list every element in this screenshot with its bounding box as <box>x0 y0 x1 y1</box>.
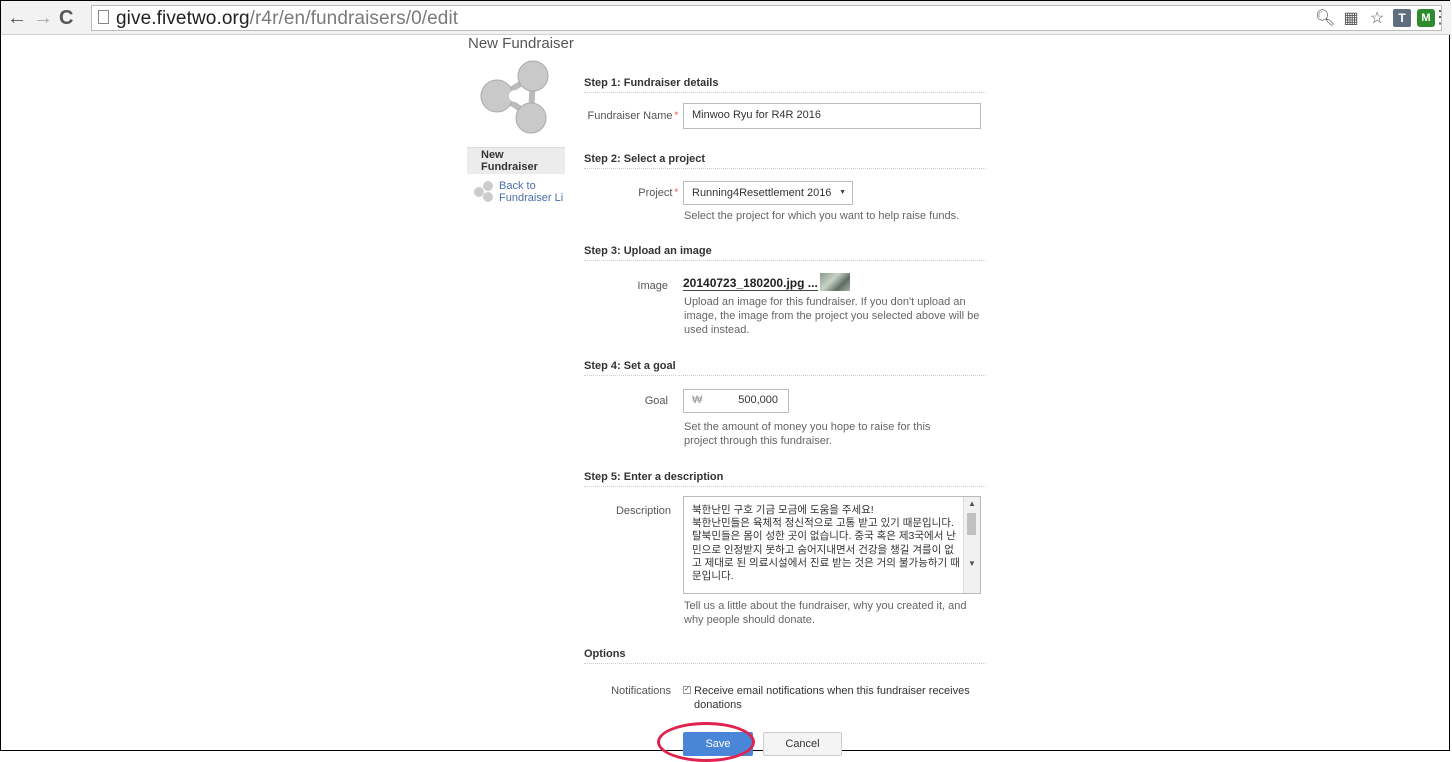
fundraiser-name-label-text: Fundraiser Name <box>587 110 673 122</box>
cancel-button[interactable]: Cancel <box>763 732 842 756</box>
required-marker: * <box>674 110 678 120</box>
sidebar-item-back[interactable]: Back to Fundraiser Li <box>473 180 565 204</box>
address-bar[interactable]: give.fivetwo.org/r4r/en/fundraisers/0/ed… <box>91 5 1442 31</box>
description-textarea[interactable]: 북한난민 구호 기금 모금에 도움을 주세요! 북한난민들은 육체적 정신적으로… <box>683 496 981 594</box>
project-label-text: Project <box>638 187 673 199</box>
goal-input[interactable]: ₩ 500,000 <box>683 389 789 413</box>
image-hint: Upload an image for this fundraiser. If … <box>684 296 980 336</box>
options-heading: Options <box>584 648 986 664</box>
required-marker: * <box>674 187 678 197</box>
scrollbar-thumb[interactable] <box>967 513 976 535</box>
scroll-down-icon[interactable]: ▼ <box>968 559 976 568</box>
step1-heading: Step 1: Fundraiser details <box>584 77 986 93</box>
image-file-link[interactable]: 20140723_180200.jpg ... <box>683 276 818 291</box>
step2-heading: Step 2: Select a project <box>584 153 986 169</box>
share-nodes-icon <box>474 181 493 202</box>
project-select-value: Running4Resettlement 2016 <box>692 187 832 199</box>
currency-symbol: ₩ <box>692 394 703 406</box>
fundraiser-name-input[interactable]: Minwoo Ryu for R4R 2016 <box>683 103 981 129</box>
step5-heading: Step 5: Enter a description <box>584 471 986 487</box>
sidebar-item-new-fundraiser[interactable]: New Fundraiser <box>467 147 565 174</box>
zoom-icon[interactable]: 🔍︎ <box>1315 8 1335 28</box>
project-hint: Select the project for which you want to… <box>684 210 960 222</box>
fundraiser-logo-icon <box>480 60 549 134</box>
description-hint: Tell us a little about the fundraiser, w… <box>684 600 967 626</box>
back-to-list-link[interactable]: Back to Fundraiser Li <box>499 180 565 204</box>
step4-heading: Step 4: Set a goal <box>584 360 986 376</box>
sidebar-item-label: New Fundraiser <box>481 149 538 173</box>
back-arrow-icon[interactable]: ← <box>7 7 27 29</box>
url-text[interactable]: give.fivetwo.org/r4r/en/fundraisers/0/ed… <box>116 8 458 30</box>
notifications-text: Receive email notifications when this fu… <box>694 685 970 711</box>
step3-heading: Step 3: Upload an image <box>584 245 986 261</box>
dropdown-arrow-icon: ▼ <box>839 189 846 196</box>
notifications-checkbox[interactable]: ✓ <box>683 686 691 694</box>
textarea-scrollbar[interactable]: ▲ ▼ <box>963 497 980 593</box>
url-host: give.fivetwo.org <box>116 8 250 29</box>
project-label: Project * <box>580 187 678 199</box>
url-path: /r4r/en/fundraisers/0/edit <box>249 8 459 29</box>
description-text: 북한난민 구호 기금 모금에 도움을 주세요! 북한난민들은 육체적 정신적으로… <box>692 504 960 583</box>
forward-arrow-icon[interactable]: → <box>33 7 53 29</box>
fundraiser-name-label: Fundraiser Name * <box>580 110 679 122</box>
extension-t-icon[interactable]: T <box>1393 9 1411 27</box>
scroll-up-icon[interactable]: ▲ <box>968 499 976 508</box>
goal-value: 500,000 <box>738 394 778 406</box>
section-title: New Fundraiser <box>468 35 574 52</box>
project-select[interactable]: Running4Resettlement 2016 ▼ <box>683 181 853 205</box>
translate-icon[interactable]: ▦ <box>1341 8 1361 28</box>
notifications-label: Notifications <box>611 685 671 697</box>
annotation-highlight-ellipse <box>657 722 755 762</box>
page-icon <box>98 10 109 24</box>
browser-toolbar: ← → C give.fivetwo.org/r4r/en/fundraiser… <box>1 1 1451 35</box>
goal-hint: Set the amount of money you hope to rais… <box>684 421 931 447</box>
description-label: Description <box>615 505 671 517</box>
bookmark-star-icon[interactable]: ☆ <box>1367 8 1387 28</box>
goal-label: Goal <box>644 395 668 407</box>
image-thumbnail <box>820 273 850 291</box>
image-label: Image <box>637 280 668 292</box>
reload-icon[interactable]: C <box>59 7 73 29</box>
menu-kebab-icon[interactable]: ⋮ <box>1431 7 1449 28</box>
